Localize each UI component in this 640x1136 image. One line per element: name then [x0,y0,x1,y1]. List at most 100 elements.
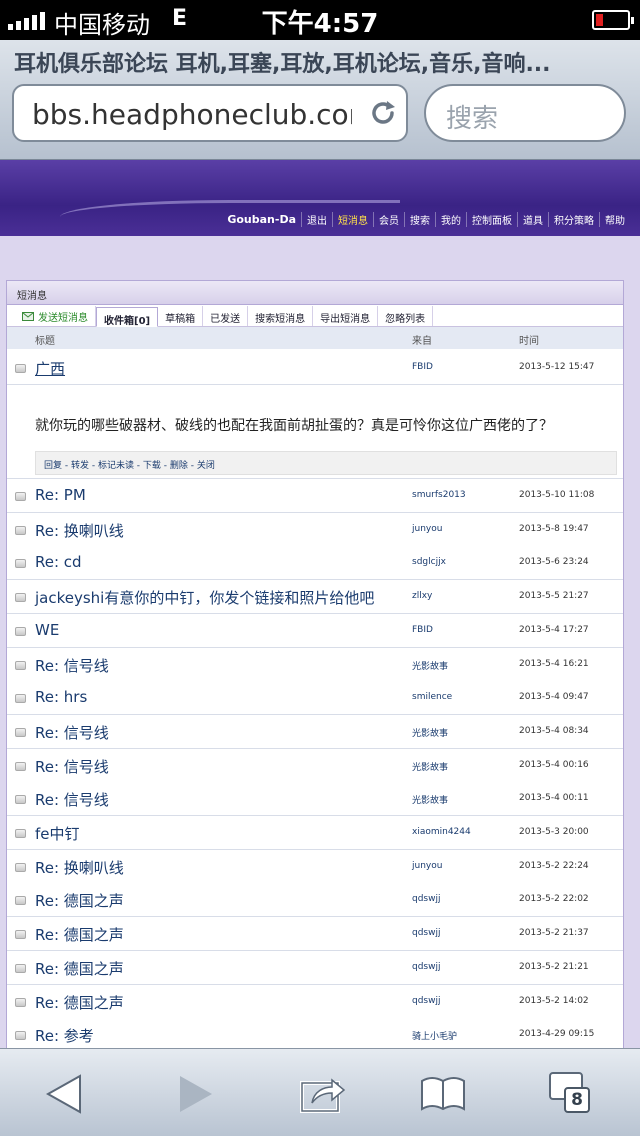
message-subject[interactable]: fe中钉 [35,823,80,844]
message-from[interactable]: 光影故事 [412,760,448,773]
forward-icon[interactable] [170,1069,220,1119]
nav-mine[interactable]: 我的 [435,212,466,227]
nav-user[interactable]: Gouban-Da [222,213,301,226]
message-subject[interactable]: Re: 信号线 [35,756,109,777]
address-bar[interactable]: bbs.headphoneclub.com [12,84,408,142]
message-actions[interactable]: 回复 - 转发 - 标记未读 - 下载 - 删除 - 关闭 [35,451,617,475]
battery-icon [592,10,634,30]
message-time: 2013-5-4 00:16 [519,759,589,770]
message-from[interactable]: qdswjj [412,996,440,1006]
message-subject[interactable]: WE [35,621,59,639]
message-time: 2013-5-4 00:11 [519,793,589,804]
message-from[interactable]: xiaomin4244 [412,827,471,837]
table-row[interactable]: Re: 信号线 光影故事 2013-5-4 00:16 [7,748,623,783]
message-subject[interactable]: Re: PM [35,486,86,504]
message-subject[interactable]: jackeyshi有意你的中钉，你发个链接和照片给他吧 [35,587,374,608]
back-icon[interactable] [40,1069,90,1119]
message-subject[interactable]: Re: 德国之声 [35,992,124,1013]
header-from: 来自 [412,336,432,347]
message-subject[interactable]: Re: 德国之声 [35,958,124,979]
header-time: 时间 [519,336,539,347]
nav-messages[interactable]: 短消息 [332,212,373,227]
tab-count-badge[interactable]: 8 [564,1087,590,1113]
table-row[interactable]: 广西 FBID 2013-5-12 15:47 [7,351,623,385]
message-from[interactable]: qdswjj [412,894,440,904]
table-row[interactable]: Re: 德国之声 qdswjj 2013-5-2 21:37 [7,917,623,952]
message-from[interactable]: qdswjj [412,928,440,938]
tab-inbox[interactable]: 收件箱[0] [96,307,159,327]
tab-send-label: 发送短消息 [38,312,88,324]
read-status-icon [15,364,26,373]
message-from[interactable]: FBID [412,362,433,372]
message-subject[interactable]: Re: 信号线 [35,789,109,810]
tab-search-messages[interactable]: 搜索短消息 [248,306,314,326]
reload-icon[interactable] [368,98,398,128]
nav-credits[interactable]: 积分策略 [548,212,599,227]
tab-send-message[interactable]: 发送短消息 [15,306,96,326]
table-row[interactable]: Re: 德国之声 qdswjj 2013-5-2 14:02 [7,984,623,1019]
message-from[interactable]: junyou [412,861,442,871]
table-row[interactable]: Re: 信号线 光影故事 2013-5-4 08:34 [7,714,623,749]
table-row[interactable]: jackeyshi有意你的中钉，你发个链接和照片给他吧 zllxy 2013-5-5… [7,580,623,615]
read-status-icon [15,660,26,670]
search-input[interactable]: 搜索 [424,84,626,142]
message-subject[interactable]: Re: cd [35,553,82,571]
nav-props[interactable]: 道具 [517,212,548,227]
message-subject[interactable]: Re: 信号线 [35,722,109,743]
message-time: 2013-5-8 19:47 [519,523,589,534]
read-status-icon [15,525,26,535]
table-row[interactable]: Re: cd sdglcjjx 2013-5-6 23:24 [7,546,623,581]
table-row[interactable]: Re: 信号线 光影故事 2013-5-4 00:11 [7,782,623,817]
read-status-icon [15,795,26,805]
url-text[interactable]: bbs.headphoneclub.com [32,98,352,131]
message-from[interactable]: junyou [412,524,442,534]
table-row[interactable]: Re: 德国之声 qdswjj 2013-5-2 21:21 [7,950,623,985]
clock: 下午4:57 [261,9,379,39]
message-text: 就你玩的哪些破器材、破线的也配在我面前胡扯蛋的？真是可怜你这位广西佬的了？ [35,418,553,434]
nav-logout[interactable]: 退出 [301,212,332,227]
table-row[interactable]: Re: 德国之声 qdswjj 2013-5-2 22:02 [7,883,623,918]
message-from[interactable]: smurfs2013 [412,490,466,500]
header-subject: 标题 [35,336,55,347]
table-row[interactable]: Re: hrs smilence 2013-5-4 09:47 [7,681,623,716]
message-from[interactable]: 光影故事 [412,659,448,672]
tab-ignore-list[interactable]: 忽略列表 [378,306,434,326]
bookmarks-icon[interactable] [418,1069,468,1119]
message-subject[interactable]: 广西 [35,358,65,379]
message-from[interactable]: smilence [412,692,452,702]
table-row[interactable]: Re: 换喇叭线 junyou 2013-5-8 19:47 [7,512,623,547]
message-subject[interactable]: Re: 信号线 [35,655,109,676]
tab-drafts[interactable]: 草稿箱 [158,306,204,326]
table-row[interactable]: Re: PM smurfs2013 2013-5-10 11:08 [7,479,623,513]
messages-panel: 短消息 发送短消息 收件箱[0] 草稿箱 已发送 搜索短消息 导出短消息 忽略列… [6,280,624,1053]
tab-sent[interactable]: 已发送 [203,306,249,326]
message-from[interactable]: zllxy [412,591,432,601]
nav-search[interactable]: 搜索 [404,212,435,227]
read-status-icon [15,727,26,737]
table-row[interactable]: fe中钉 xiaomin4244 2013-5-3 20:00 [7,816,623,850]
message-from[interactable]: FBID [412,625,433,635]
message-subject[interactable]: Re: 德国之声 [35,890,124,911]
message-from[interactable]: 光影故事 [412,726,448,739]
forum-nav: Gouban-Da 退出 短消息 会员 搜索 我的 控制面板 道具 积分策略 帮… [222,212,630,227]
nav-members[interactable]: 会员 [373,212,404,227]
browser-toolbar [0,1048,640,1136]
message-from[interactable]: qdswjj [412,962,440,972]
message-time: 2013-5-12 15:47 [519,362,595,372]
message-subject[interactable]: Re: 德国之声 [35,924,124,945]
nav-control-panel[interactable]: 控制面板 [466,212,517,227]
tab-export-messages[interactable]: 导出短消息 [313,306,379,326]
message-subject[interactable]: Re: 参考 [35,1025,94,1046]
message-subject[interactable]: Re: hrs [35,688,87,706]
read-status-icon [15,559,26,569]
table-row[interactable]: Re: 换喇叭线 junyou 2013-5-2 22:24 [7,849,623,884]
message-from[interactable]: 骑上小毛驴 [412,1029,457,1042]
table-row[interactable]: WE FBID 2013-5-4 17:27 [7,613,623,648]
message-from[interactable]: sdglcjjx [412,557,446,567]
message-from[interactable]: 光影故事 [412,793,448,806]
table-row[interactable]: Re: 信号线 光影故事 2013-5-4 16:21 [7,647,623,682]
message-subject[interactable]: Re: 换喇叭线 [35,857,124,878]
share-icon[interactable] [298,1069,348,1119]
nav-help[interactable]: 帮助 [599,212,630,227]
message-subject[interactable]: Re: 换喇叭线 [35,520,124,541]
